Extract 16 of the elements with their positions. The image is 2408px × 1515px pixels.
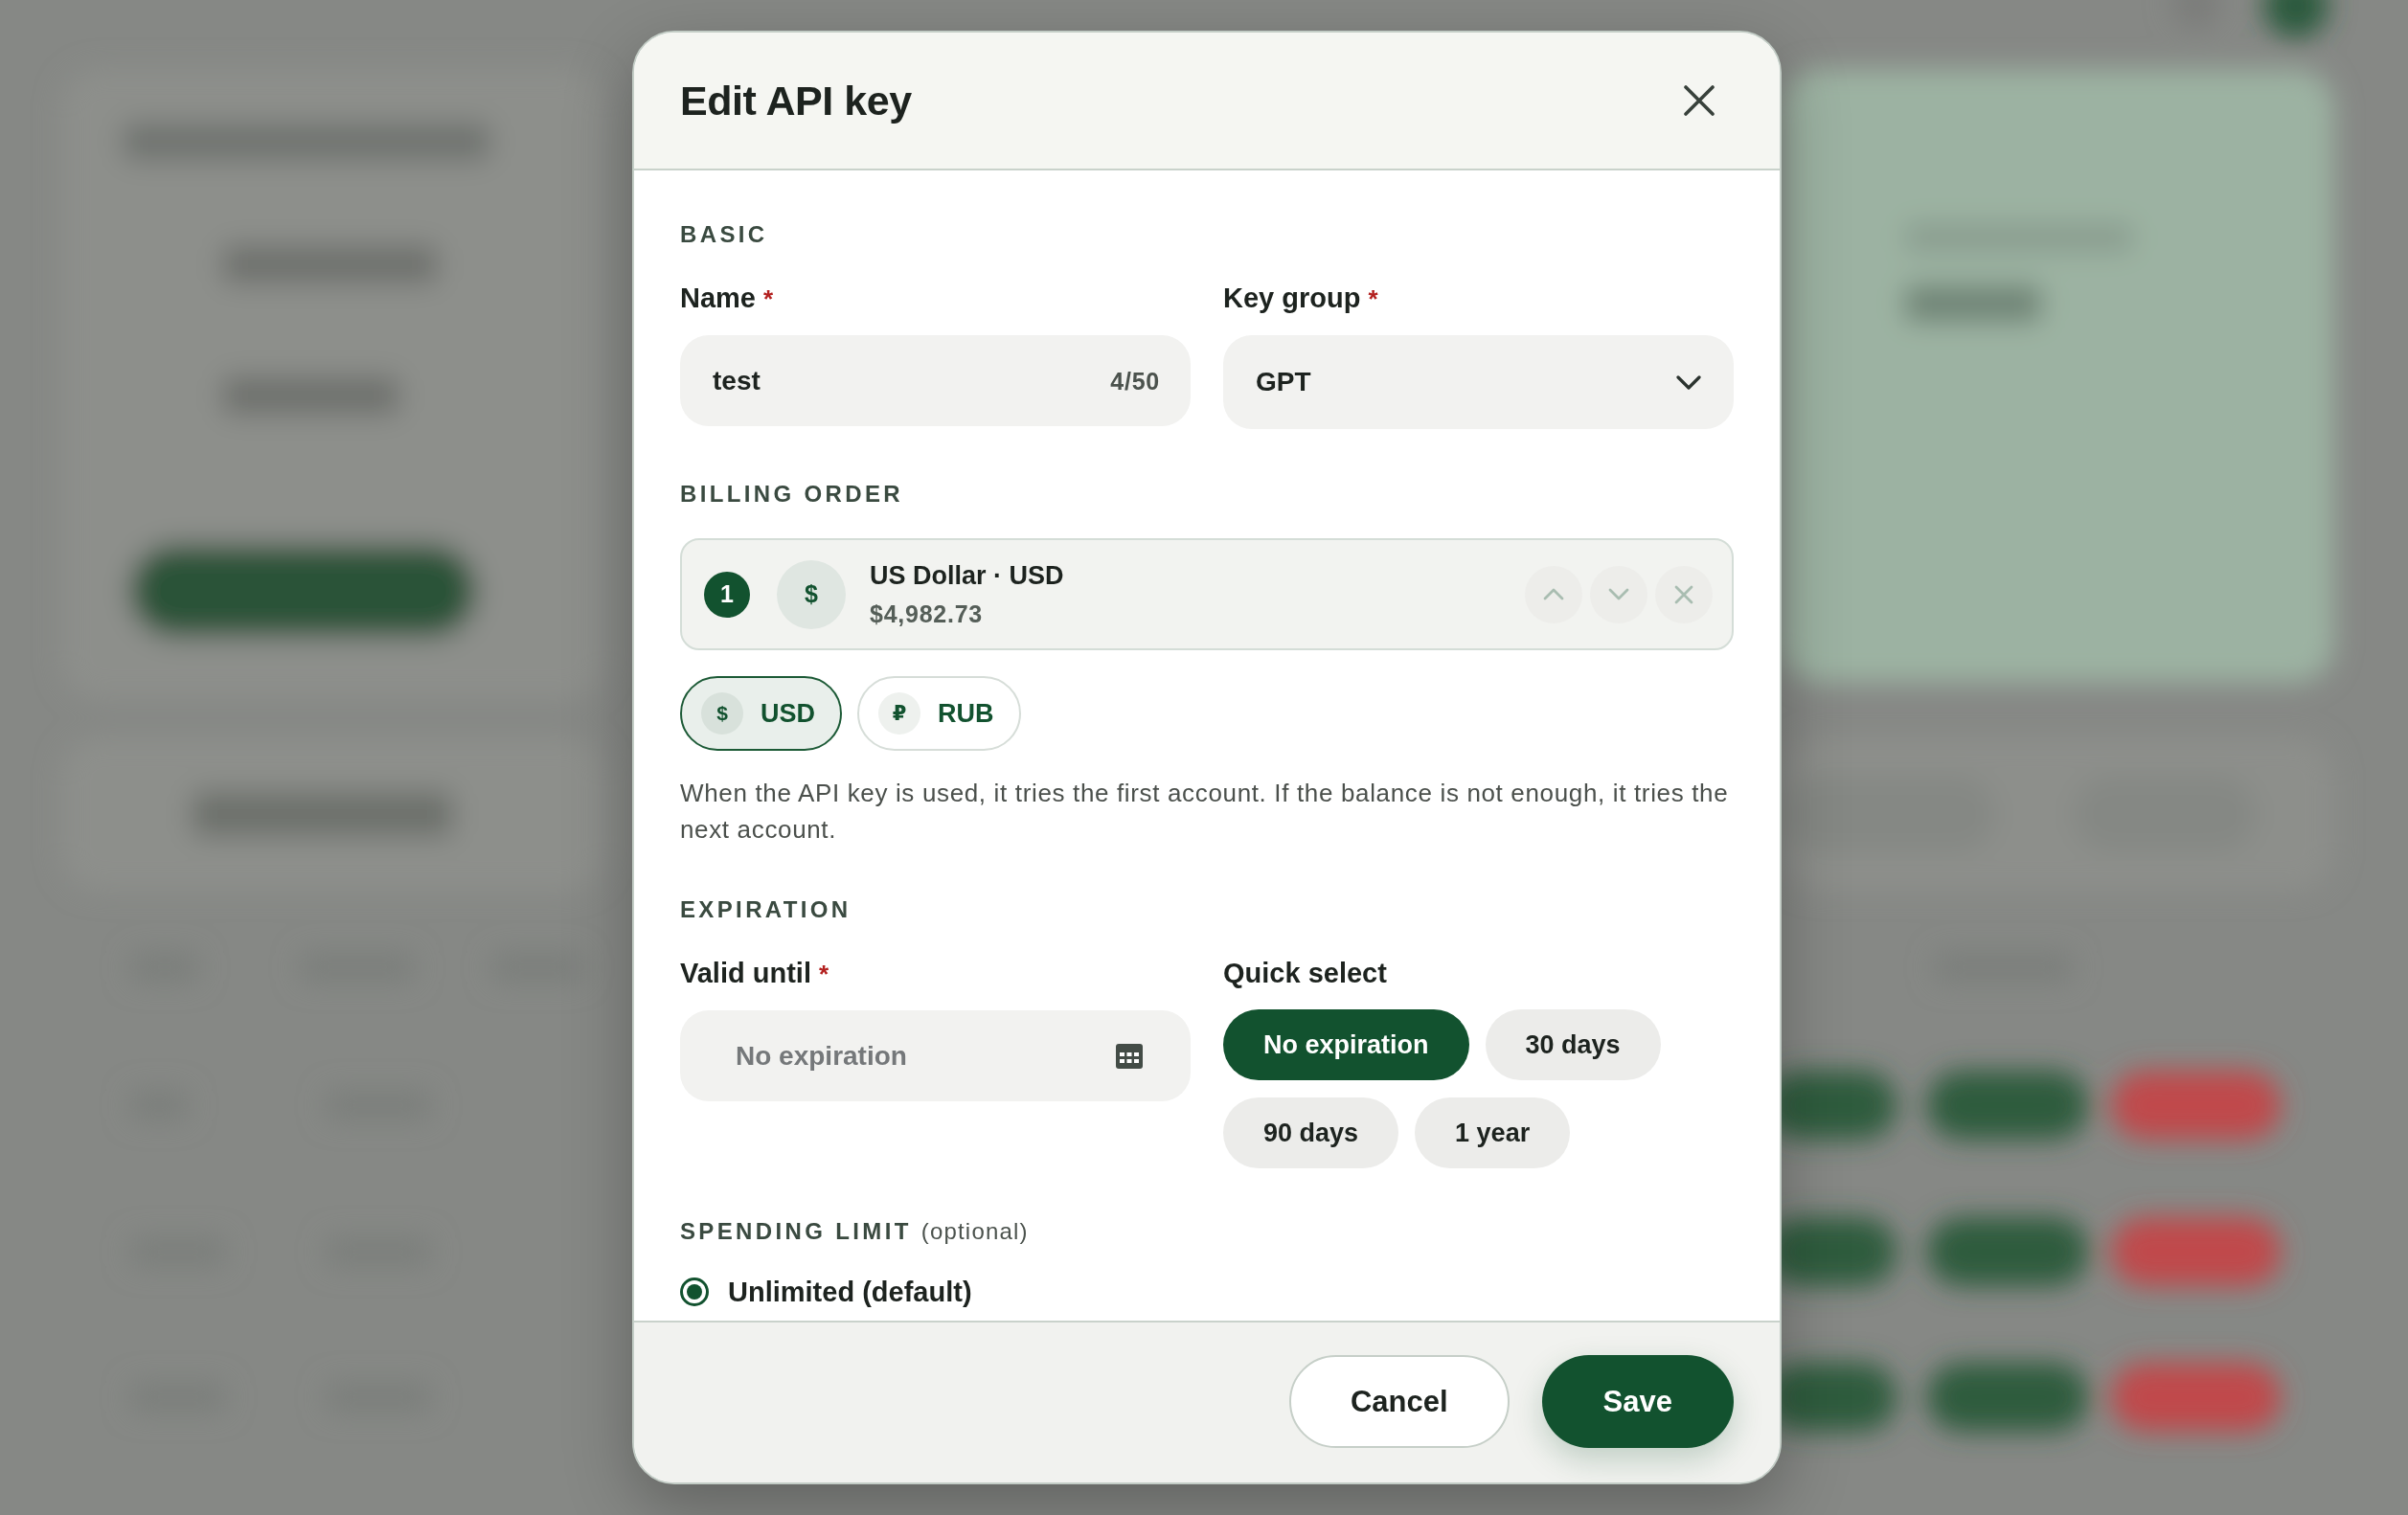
currency-symbol: $ xyxy=(701,692,743,735)
rank-number: 1 xyxy=(704,571,750,618)
field-label: Name xyxy=(680,282,756,315)
character-counter: 4/50 xyxy=(1110,367,1160,395)
currency-symbol: $ xyxy=(777,559,846,629)
section-heading: BASIC xyxy=(680,220,769,249)
required-mark: * xyxy=(763,283,774,315)
account-name: US Dollar · USD xyxy=(870,560,1065,592)
help-text: When the API key is used, it tries the first account. If the balance is not enough, it tries the next account. xyxy=(680,778,1730,846)
section-heading: EXPIRATION xyxy=(680,895,852,924)
account-balance: $4,982.73 xyxy=(870,599,984,629)
required-mark: * xyxy=(1368,283,1378,315)
field-label: Key group xyxy=(1223,282,1361,315)
section-heading: BILLING ORDER xyxy=(680,480,904,509)
currency-symbol: ₽ xyxy=(878,692,920,735)
dialog-title: Edit API key xyxy=(680,77,912,124)
